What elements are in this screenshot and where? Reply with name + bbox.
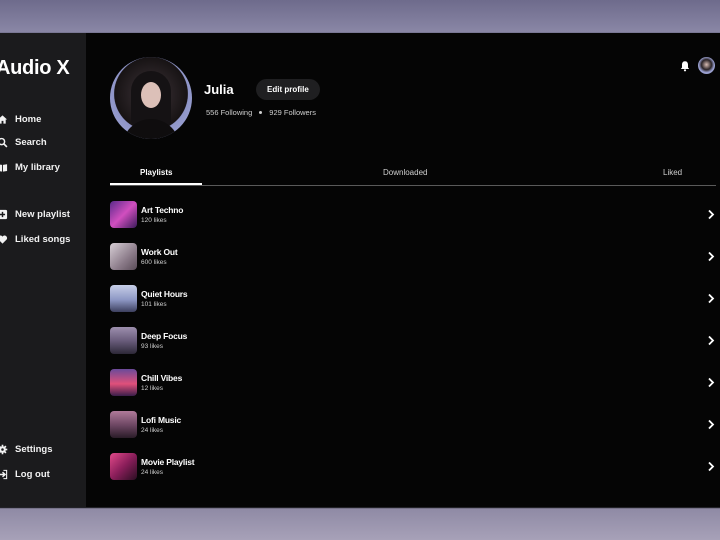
profile-name: Julia	[204, 82, 234, 97]
separator-dot	[259, 111, 263, 115]
chevron-right-icon[interactable]	[707, 419, 715, 430]
playlist-thumbnail	[110, 411, 137, 438]
sidebar-item-label: Liked songs	[15, 234, 71, 245]
sidebar-item-search[interactable]: Search	[0, 137, 47, 148]
active-tab-indicator	[110, 183, 202, 185]
app-logo: Audio X	[0, 57, 70, 79]
playlist-row[interactable]: Art Techno 120 likes	[110, 201, 716, 229]
playlist-thumbnail	[110, 243, 137, 270]
heart-icon	[0, 234, 8, 245]
playlist-likes: 24 likes	[141, 469, 164, 476]
tab-downloaded[interactable]: Downloaded	[383, 168, 427, 177]
search-icon	[0, 137, 8, 148]
library-icon	[0, 162, 8, 173]
sidebar-item-label: My library	[15, 162, 60, 173]
followers-count[interactable]: 929 Followers	[269, 108, 316, 117]
playlist-title: Quiet Hours	[141, 289, 188, 299]
sidebar-item-settings[interactable]: Settings	[0, 444, 52, 455]
playlist-title: Work Out	[141, 247, 178, 257]
home-icon	[0, 114, 8, 125]
main-content: Julia Edit profile 556 Following 929 Foll…	[86, 33, 720, 507]
sidebar-item-log-out[interactable]: Log out	[0, 469, 50, 480]
playlist-row[interactable]: Movie Playlist 24 likes	[110, 453, 716, 481]
playlist-title: Movie Playlist	[141, 457, 195, 467]
sidebar-item-label: Home	[15, 114, 42, 125]
chevron-right-icon[interactable]	[707, 335, 715, 346]
playlist-title: Lofi Music	[141, 415, 182, 425]
playlist-likes: 24 likes	[141, 427, 164, 434]
playlist-row[interactable]: Chill Vibes 12 likes	[110, 369, 716, 397]
chevron-right-icon[interactable]	[707, 209, 715, 220]
gear-icon	[0, 444, 8, 455]
playlist-thumbnail	[110, 201, 137, 228]
playlist-likes: 93 likes	[141, 343, 164, 350]
playlist-title: Art Techno	[141, 205, 184, 215]
sidebar-item-my-library[interactable]: My library	[0, 162, 60, 173]
sidebar: Audio X Home Search My library New playl…	[0, 33, 86, 507]
playlist-thumbnail	[110, 369, 137, 396]
sidebar-item-home[interactable]: Home	[0, 114, 41, 125]
tab-playlists[interactable]: Playlists	[140, 168, 172, 177]
playlist-row[interactable]: Work Out 600 likes	[110, 243, 716, 271]
profile-avatar	[110, 57, 192, 139]
chevron-right-icon[interactable]	[707, 377, 715, 388]
profile-stats: 556 Following 929 Followers	[206, 108, 316, 117]
playlist-row[interactable]: Quiet Hours 101 likes	[110, 285, 716, 313]
plus-square-icon	[0, 209, 8, 220]
sidebar-item-new-playlist[interactable]: New playlist	[0, 209, 70, 220]
chevron-right-icon[interactable]	[707, 293, 715, 304]
playlist-title: Deep Focus	[141, 331, 188, 341]
playlist-thumbnail	[110, 327, 137, 354]
sidebar-item-label: Search	[15, 137, 47, 148]
playlist-likes: 600 likes	[141, 259, 167, 266]
playlist-likes: 101 likes	[141, 301, 167, 308]
sidebar-item-label: Settings	[15, 444, 53, 455]
playlist-thumbnail	[110, 453, 137, 480]
sidebar-item-liked-songs[interactable]: Liked songs	[0, 234, 70, 245]
following-count[interactable]: 556 Following	[206, 108, 252, 117]
playlist-likes: 12 likes	[141, 385, 164, 392]
logout-icon	[0, 469, 8, 480]
playlist-title: Chill Vibes	[141, 373, 183, 383]
playlist-row[interactable]: Deep Focus 93 likes	[110, 327, 716, 355]
tab-liked[interactable]: Liked	[663, 168, 682, 177]
sidebar-item-label: New playlist	[15, 209, 70, 220]
chevron-right-icon[interactable]	[707, 461, 715, 472]
chevron-right-icon[interactable]	[707, 251, 715, 262]
playlist-likes: 120 likes	[141, 217, 167, 224]
app-window: Audio X Home Search My library New playl…	[0, 33, 720, 507]
profile-tabs: Playlists Downloaded Liked	[110, 161, 716, 186]
sidebar-item-label: Log out	[15, 469, 50, 480]
playlist-thumbnail	[110, 285, 137, 312]
edit-profile-button[interactable]: Edit profile	[256, 79, 320, 100]
bell-icon[interactable]	[679, 60, 691, 72]
playlist-row[interactable]: Lofi Music 24 likes	[110, 411, 716, 439]
user-avatar[interactable]	[698, 57, 715, 74]
